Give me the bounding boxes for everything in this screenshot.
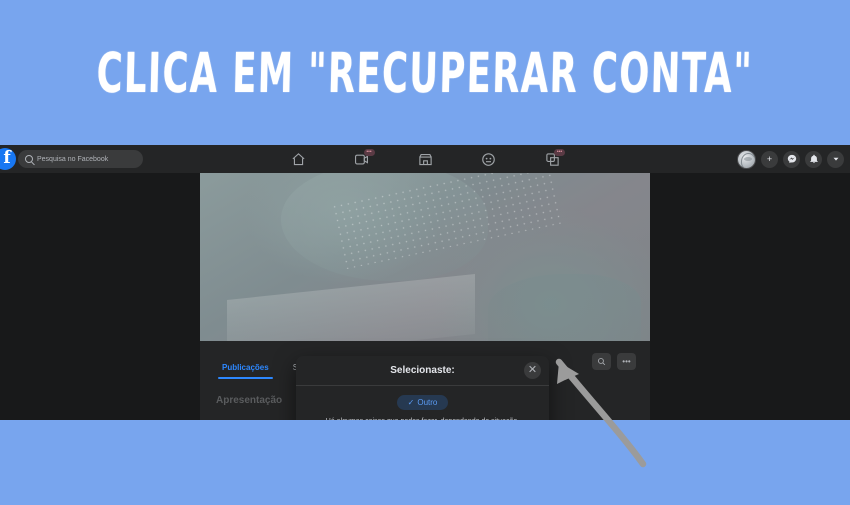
- search-input[interactable]: Pesquisa no Facebook: [18, 150, 143, 168]
- modal-title: Selecionaste:: [390, 365, 455, 376]
- chip-label: Outro: [417, 398, 438, 407]
- cover-photo: [200, 173, 650, 341]
- chevron-down-icon[interactable]: [827, 150, 844, 168]
- video-icon[interactable]: •••: [354, 149, 375, 167]
- search-placeholder: Pesquisa no Facebook: [37, 155, 109, 163]
- tab-publicacoes[interactable]: Publicações: [218, 363, 273, 379]
- status-badge-outro[interactable]: ✓ Outro: [396, 395, 449, 410]
- facebook-navbar: f Pesquisa no Facebook ••• ••• +: [0, 145, 850, 173]
- plus-icon[interactable]: +: [761, 150, 778, 168]
- nav-center-icons: ••• •••: [270, 145, 580, 173]
- bottom-band: [0, 420, 850, 505]
- banner-title: CLICA EM "RECUPERAR CONTA": [96, 40, 754, 105]
- cover-table: [227, 274, 475, 341]
- home-icon[interactable]: [290, 151, 306, 167]
- video-badge: •••: [363, 149, 375, 156]
- facebook-logo[interactable]: f: [0, 148, 16, 170]
- cover-right-shape: [488, 273, 641, 341]
- annotation-arrow: [555, 358, 647, 468]
- bell-icon[interactable]: [805, 150, 822, 168]
- groups-icon[interactable]: [481, 151, 497, 167]
- gaming-badge: •••: [554, 149, 565, 156]
- messenger-icon[interactable]: [783, 150, 800, 168]
- nav-right-actions: +: [737, 145, 844, 173]
- search-icon: [25, 155, 33, 163]
- check-icon: ✓: [407, 398, 415, 407]
- gaming-icon[interactable]: •••: [544, 149, 565, 167]
- facebook-screenshot: f Pesquisa no Facebook ••• ••• + Publica…: [0, 145, 850, 420]
- section-heading-apresentacao: Apresentação: [216, 395, 283, 406]
- avatar[interactable]: [737, 149, 756, 169]
- marketplace-icon[interactable]: [417, 151, 433, 167]
- banner: CLICA EM "RECUPERAR CONTA": [0, 0, 850, 145]
